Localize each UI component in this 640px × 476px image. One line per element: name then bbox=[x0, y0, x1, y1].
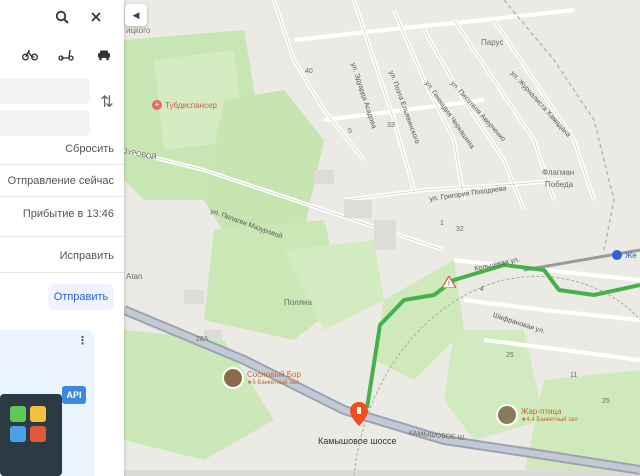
atan-label: Atan bbox=[126, 272, 143, 281]
bicycle-icon[interactable] bbox=[19, 44, 41, 66]
pobeda-label: Победа bbox=[545, 180, 574, 189]
more-icon[interactable]: ⋮ bbox=[77, 334, 88, 347]
collapse-panel-button[interactable]: ◀ bbox=[125, 4, 147, 26]
house-number: 28А bbox=[196, 336, 209, 343]
fix-button[interactable]: Исправить bbox=[60, 250, 114, 262]
house-number: 33 bbox=[387, 122, 395, 129]
taxi-icon[interactable] bbox=[93, 44, 115, 66]
poi-zhar-ptitsa[interactable]: Жар-птица ★4.4 Банкетный зал bbox=[496, 404, 578, 426]
divider bbox=[0, 164, 124, 165]
metro-station[interactable]: Же bbox=[612, 250, 637, 260]
poi-sosnovy-bor[interactable]: Сосновый Бор ★5 Банкетный зал bbox=[222, 367, 301, 389]
svg-text:!: ! bbox=[448, 281, 450, 288]
house-number: 4 bbox=[480, 286, 484, 293]
close-icon[interactable] bbox=[85, 6, 107, 28]
train-icon bbox=[612, 250, 622, 260]
route-panel: ⇅ Сбросить Отправление сейчас Прибытие в… bbox=[0, 0, 124, 476]
house-number: 25 bbox=[506, 352, 514, 359]
map-view[interactable]: ицкого + Тубдиспансер Парус Флагман Побе… bbox=[124, 0, 640, 476]
arrival-time: Прибытие в 13:46 bbox=[22, 208, 114, 220]
house-number: 40 bbox=[305, 68, 313, 75]
divider bbox=[0, 236, 124, 237]
house-number: 1 bbox=[440, 220, 444, 227]
transport-modes bbox=[0, 40, 124, 70]
hospital-icon: + bbox=[152, 100, 162, 110]
departure-selector[interactable]: Отправление сейчас bbox=[8, 175, 114, 187]
device-illustration bbox=[0, 394, 62, 476]
destination-label: Камышовое шоссе bbox=[318, 436, 397, 446]
api-badge: API bbox=[62, 386, 86, 404]
flagman-label: Флагман bbox=[542, 168, 575, 177]
parus-label: Парус bbox=[481, 38, 504, 47]
origin-field[interactable] bbox=[0, 78, 90, 104]
ad-banner[interactable]: ⋮ API bbox=[0, 330, 94, 476]
reset-button[interactable]: Сбросить bbox=[65, 143, 114, 155]
house-number: 5 bbox=[348, 128, 352, 135]
restaurant-icon bbox=[222, 367, 244, 389]
pin-icon bbox=[350, 402, 368, 426]
polyana-label: Поляна bbox=[284, 298, 312, 307]
house-number: 32 bbox=[456, 226, 464, 233]
top-area-label: ицкого bbox=[126, 26, 151, 35]
divider bbox=[0, 272, 124, 273]
destination-field[interactable] bbox=[0, 110, 90, 136]
house-number: 11 bbox=[570, 372, 578, 379]
divider bbox=[0, 196, 124, 197]
panel-header bbox=[0, 0, 124, 32]
send-button[interactable]: Отправить bbox=[48, 284, 114, 310]
restaurant-icon bbox=[496, 404, 518, 426]
house-number: 25 bbox=[602, 398, 610, 405]
swap-icon[interactable]: ⇅ bbox=[98, 94, 116, 112]
poi-tubdispanser[interactable]: + Тубдиспансер bbox=[152, 100, 217, 110]
search-icon[interactable] bbox=[51, 6, 73, 28]
scooter-icon[interactable] bbox=[55, 44, 77, 66]
